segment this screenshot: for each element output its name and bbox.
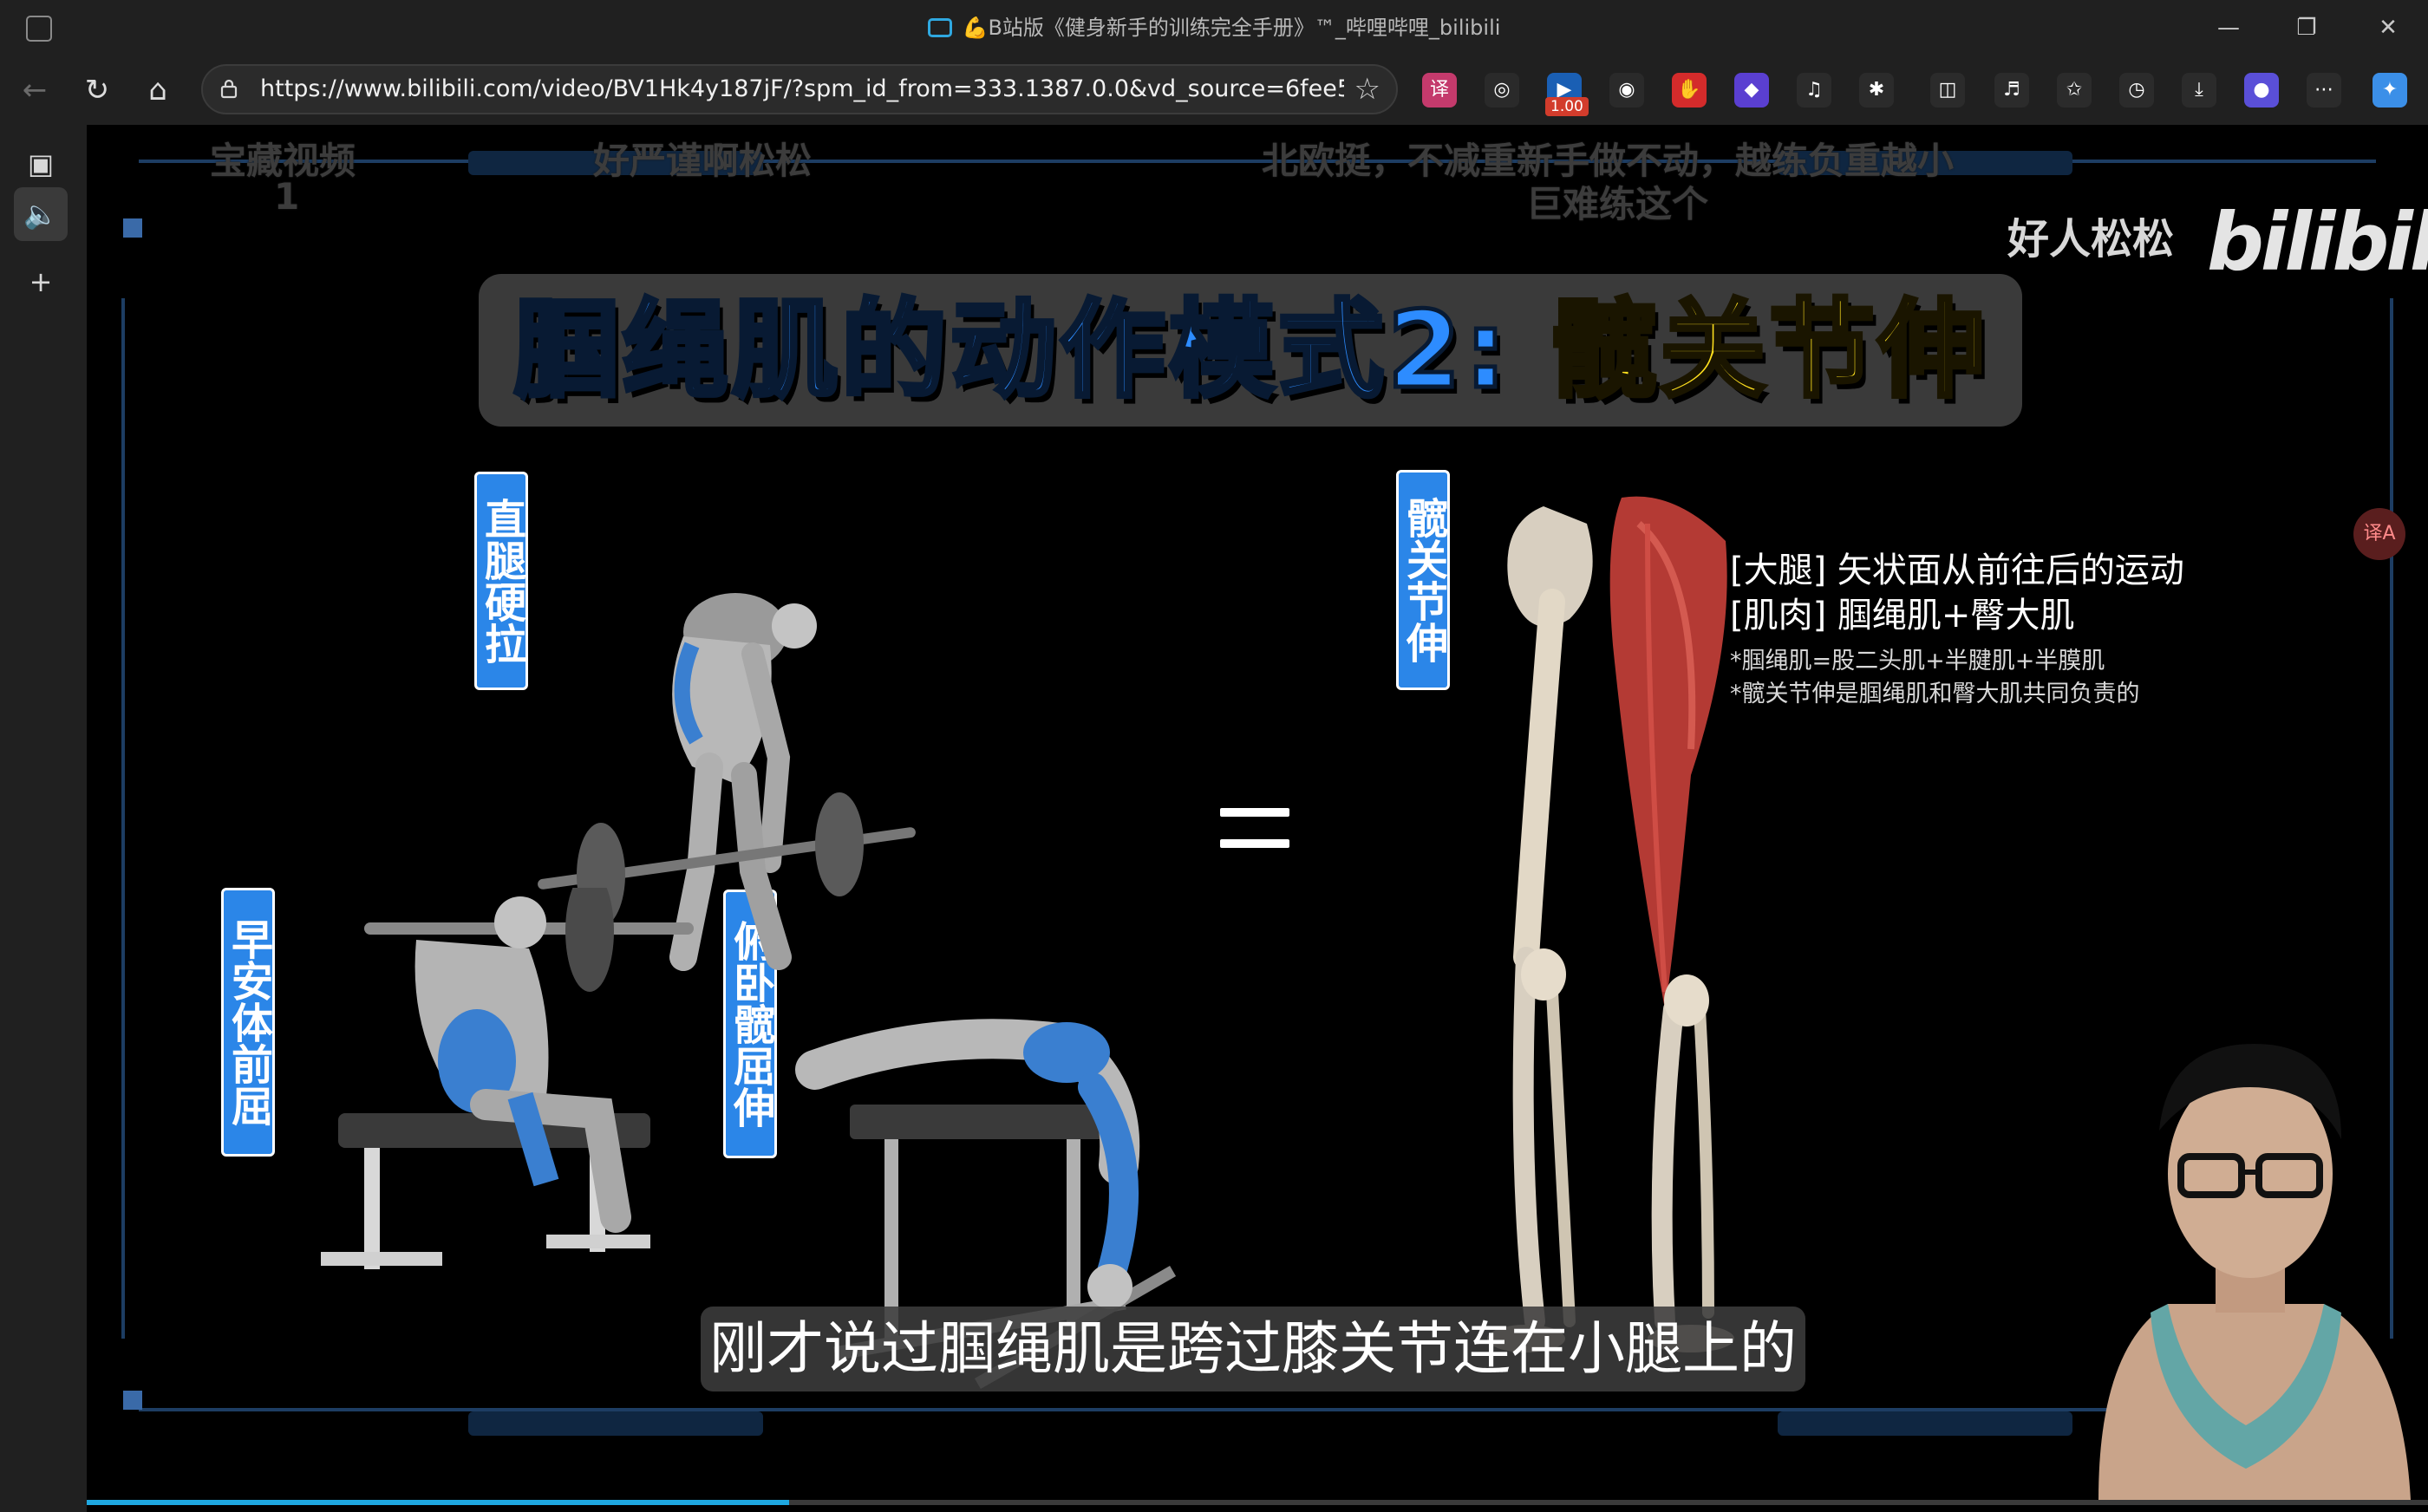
video-subtitle: 刚才说过腘绳肌是跨过膝关节连在小腿上的	[701, 1307, 1805, 1391]
title-blue-part: 腘绳肌的动作模式2:	[511, 287, 1511, 414]
good-morning-figure-image	[321, 888, 694, 1269]
lock-icon[interactable]	[219, 78, 239, 99]
slide-title-banner: 腘绳肌的动作模式2: 髋关节伸	[479, 274, 2022, 427]
favorite-star-icon[interactable]: ☆	[1354, 66, 1380, 113]
favorites-icon[interactable]: ✩	[2057, 73, 2092, 108]
new-tab-icon[interactable]: +	[14, 255, 68, 309]
slide-title: 腘绳肌的动作模式2: 髋关节伸	[479, 274, 2022, 427]
browser-toolbar: ← ↻ ⌂ https://www.bilibili.com/video/BV1…	[0, 55, 2428, 125]
audio-tab-icon[interactable]: 🔈	[14, 187, 68, 241]
bilibili-logo: bilibili	[2207, 196, 2428, 289]
title-yellow-part: 髋关节伸	[1549, 287, 1988, 414]
translate-icon[interactable]: 译	[1422, 73, 1457, 108]
window-title-text: 💪B站版《健身新手的训练完全手册》™_哔哩哔哩_bilibili	[962, 16, 1501, 40]
danmaku-comment: 好严谨啊松松	[593, 140, 813, 182]
bilibili-tv-icon	[927, 18, 952, 37]
presenter-webcam-image	[2098, 1044, 2411, 1500]
frame-tab	[468, 1411, 763, 1436]
info-note-hamstring: *腘绳肌=股二头肌+半腱肌+半膜肌	[1730, 648, 2105, 675]
cube-icon[interactable]: ◆	[1734, 73, 1769, 108]
equals-sign	[1220, 808, 1289, 870]
video-progress-fill	[87, 1500, 789, 1505]
music-icon[interactable]: ♫	[1797, 73, 1831, 108]
address-bar[interactable]: https://www.bilibili.com/video/BV1Hk4y18…	[201, 64, 1398, 114]
back-button[interactable]: ←	[12, 68, 57, 113]
uploader-watermark: 好人松松	[2007, 215, 2175, 264]
puzzle-icon[interactable]: ✱	[1859, 73, 1894, 108]
vertical-sidebar: ▣ 🔈 +	[0, 125, 87, 1512]
title-bar: 💪B站版《健身新手的训练完全手册》™_哔哩哔哩_bilibili — ❐ ✕	[0, 0, 2428, 55]
adblock-icon[interactable]: ✋	[1672, 73, 1707, 108]
restore-button[interactable]: ❐	[2272, 0, 2341, 55]
danmaku-comment: 1	[274, 175, 300, 218]
close-button[interactable]: ✕	[2353, 0, 2423, 55]
info-line-thigh: [大腿] 矢状面从前往后的运动	[1730, 551, 2184, 590]
frame-corner-square	[123, 218, 142, 238]
download-icon[interactable]: ⤓	[2182, 73, 2216, 108]
video-progress-bar[interactable]	[87, 1500, 2428, 1505]
label-hip-extension: 髋关节伸	[1396, 470, 1450, 690]
translate-icon[interactable]: 译A	[2353, 508, 2405, 560]
danmaku-comment: 巨难练这个	[1526, 183, 1709, 225]
minimize-button[interactable]: —	[2194, 0, 2263, 55]
url-text[interactable]: https://www.bilibili.com/video/BV1Hk4y18…	[260, 66, 1344, 113]
frame-tab	[1778, 1411, 2072, 1436]
media-icon[interactable]: ♬	[1994, 73, 2029, 108]
home-button[interactable]: ⌂	[135, 68, 180, 113]
history-icon[interactable]: ◷	[2119, 73, 2154, 108]
more-icon[interactable]: ⋯	[2307, 73, 2341, 108]
frame-left-line	[121, 298, 125, 1339]
info-note-hip-extension: *髋关节伸是腘绳肌和臀大肌共同负责的	[1730, 681, 2140, 707]
glasses-icon[interactable]: ◎	[1485, 73, 1519, 108]
label-good-morning: 早安体前屈	[221, 888, 275, 1157]
reload-button[interactable]: ↻	[75, 68, 120, 113]
profile-icon[interactable]: ●	[2244, 73, 2279, 108]
video-player[interactable]: 宝藏视频 1 好严谨啊松松 北欧挺，不减重新手做不动，越练负重越小 巨难练这个 …	[87, 125, 2428, 1512]
tab-actions-icon[interactable]: ▣	[14, 137, 68, 191]
copilot-icon[interactable]: ✦	[2373, 73, 2407, 108]
anatomy-info: [大腿] 矢状面从前往后的运动 [肌肉] 腘绳肌+臀大肌 *腘绳肌=股二头肌+半…	[1730, 548, 2184, 711]
info-line-muscle: [肌肉] 腘绳肌+臀大肌	[1730, 596, 2075, 635]
frame-corner-square	[123, 1391, 142, 1410]
split-screen-icon[interactable]: ◫	[1930, 73, 1965, 108]
window-title: 💪B站版《健身新手的训练完全手册》™_哔哩哔哩_bilibili	[0, 0, 2428, 55]
speed-badge: 1.00	[1545, 97, 1589, 116]
owl-icon[interactable]: ◉	[1609, 73, 1644, 108]
